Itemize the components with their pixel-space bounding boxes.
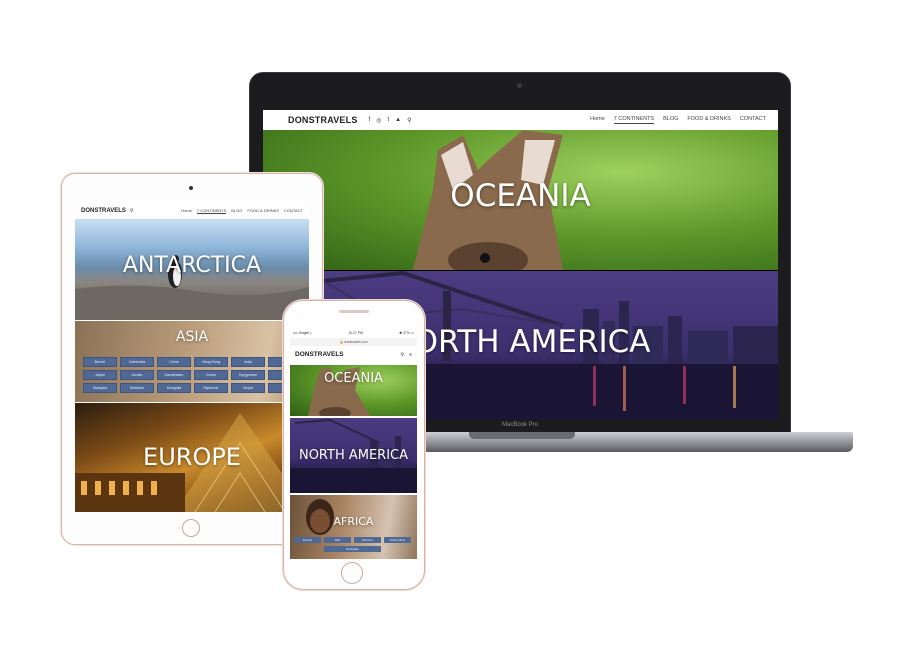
site-logo[interactable]: DONSTRAVELS	[295, 351, 344, 358]
section-title-oceania: OCEANIA	[324, 371, 383, 386]
laptop-site-header: DONSTRAVELS f ◎ t ▲ ⚲ Home 7 CONTINENTS …	[263, 110, 778, 130]
tablet-home-button[interactable]	[182, 519, 200, 537]
status-time: 10:27 PM	[348, 331, 363, 335]
social-icons: f ◎ t ▲ ⚲	[369, 117, 412, 124]
nav-7-continents[interactable]: 7 CONTINENTS	[196, 208, 227, 214]
main-nav: Home 7 CONTINENTS BLOG FOOD & DRINKS CON…	[590, 116, 766, 124]
tablet-site-header: DONSTRAVELS ⚲ Home 7 CONTINENTS BLOG FOO…	[75, 203, 309, 219]
country-chip[interactable]: Cambodia	[120, 357, 154, 367]
phone-speaker	[339, 310, 369, 313]
country-chip[interactable]: South Africa	[384, 537, 411, 543]
header-icons: ⚲ ≡	[400, 352, 412, 358]
country-chip[interactable]: Morocco	[354, 537, 381, 543]
nav-7-continents[interactable]: 7 CONTINENTS	[613, 116, 655, 124]
nav-blog[interactable]: BLOG	[231, 208, 242, 214]
search-icon[interactable]: ⚲	[407, 117, 411, 124]
section-africa[interactable]: AFRICA Zambia Mali Morocco South Africa …	[290, 495, 417, 559]
nav-food-drinks[interactable]: FOOD & DRINKS	[687, 116, 730, 124]
tablet-camera	[189, 186, 193, 190]
country-chip[interactable]: Brunei	[83, 357, 117, 367]
nav-home[interactable]: Home	[181, 208, 192, 214]
twitter-icon[interactable]: t	[387, 117, 389, 124]
section-antarctica[interactable]: ANTARCTICA	[75, 219, 309, 320]
nav-contact[interactable]: CONTACT	[284, 208, 303, 214]
browser-url-bar[interactable]: 🔒 donstravels.com	[290, 338, 417, 346]
search-icon[interactable]: ⚲	[130, 208, 134, 214]
nav-blog[interactable]: BLOG	[663, 116, 678, 124]
laptop-trackpad-notch	[469, 432, 575, 439]
section-europe[interactable]: EUROPE	[75, 403, 309, 512]
country-chip[interactable]: Zambia	[294, 537, 321, 543]
nav-food-drinks[interactable]: FOOD & DRINKS	[247, 208, 279, 214]
asia-country-list: Brunei Cambodia China Hong Kong India In…	[83, 357, 302, 393]
section-asia[interactable]: ASIA Brunei Cambodia China Hong Kong Ind…	[75, 321, 309, 402]
snapchat-icon[interactable]: ▲	[395, 117, 401, 124]
phone-site-header: DONSTRAVELS ⚲ ≡	[290, 346, 417, 363]
country-chip[interactable]: Mali	[324, 537, 351, 543]
country-chip[interactable]: Hong Kong	[194, 357, 228, 367]
country-chip[interactable]: Myanmar	[194, 383, 228, 393]
country-chip[interactable]: Kazakhstan	[157, 370, 191, 380]
phone-screen: •••• Singtel ≈ 10:27 PM ✱ 37% ▭ 🔒 donstr…	[290, 329, 417, 559]
country-chip[interactable]: India	[231, 357, 265, 367]
status-carrier: •••• Singtel ≈	[293, 331, 312, 335]
country-chip[interactable]: Mongolia	[157, 383, 191, 393]
laptop-brand-label: MacBook Pro	[501, 422, 538, 428]
site-logo[interactable]: DONSTRAVELS	[81, 208, 126, 214]
section-title-antarctica: ANTARCTICA	[122, 253, 262, 278]
tablet-screen: DONSTRAVELS ⚲ Home 7 CONTINENTS BLOG FOO…	[75, 203, 309, 512]
status-battery: ✱ 37% ▭	[399, 331, 414, 335]
section-title-oceania: OCEANIA	[450, 178, 591, 214]
main-nav: Home 7 CONTINENTS BLOG FOOD & DRINKS CON…	[181, 208, 303, 214]
section-oceania[interactable]: OCEANIA	[290, 365, 417, 416]
country-chip[interactable]: Kyrgyzstan	[231, 370, 265, 380]
nav-home[interactable]: Home	[590, 116, 605, 124]
country-chip[interactable]: Korea	[194, 370, 228, 380]
facebook-icon[interactable]: f	[369, 117, 371, 124]
country-chip[interactable]: Maldives	[120, 383, 154, 393]
nav-contact[interactable]: CONTACT	[740, 116, 766, 124]
instagram-icon[interactable]: ◎	[376, 117, 381, 124]
phone-home-button[interactable]	[341, 562, 363, 584]
country-chip[interactable]: Malaysia	[83, 383, 117, 393]
country-chip[interactable]: Nepal	[231, 383, 265, 393]
laptop-camera	[517, 83, 522, 88]
country-chip[interactable]: Japan	[83, 370, 117, 380]
section-north-america[interactable]: NORTH AMERICA	[290, 418, 417, 493]
phone-status-bar: •••• Singtel ≈ 10:27 PM ✱ 37% ▭	[290, 329, 417, 338]
site-logo[interactable]: DONSTRAVELS	[288, 115, 358, 125]
menu-icon[interactable]: ≡	[409, 352, 412, 358]
search-icon[interactable]: ⚲	[400, 352, 404, 358]
section-title-north-america: NORTH AMERICA	[298, 448, 409, 463]
country-chip[interactable]: China	[157, 357, 191, 367]
africa-country-list: Zambia Mali Morocco South Africa Zimbabw…	[294, 537, 411, 552]
country-chip[interactable]: Jordan	[120, 370, 154, 380]
section-title-europe: EUROPE	[143, 443, 241, 471]
country-chip[interactable]: Zimbabwe	[324, 546, 381, 552]
section-title-asia: ASIA	[175, 329, 209, 345]
section-title-africa: AFRICA	[333, 515, 374, 528]
section-oceania[interactable]: OCEANIA	[263, 130, 778, 270]
